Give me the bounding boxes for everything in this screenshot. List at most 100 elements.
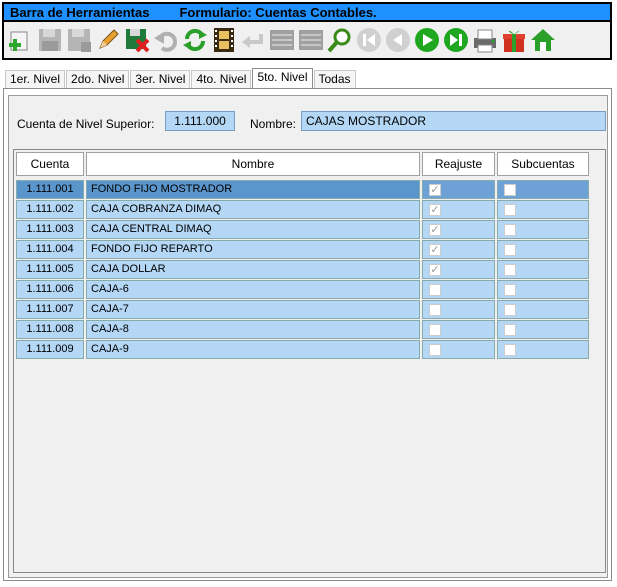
save-as-button[interactable]: [64, 26, 93, 56]
cell-nombre[interactable]: CAJA-6: [86, 280, 420, 299]
delete-icon: [123, 26, 151, 57]
tab-panel: Cuenta de Nivel Superior: 1.111.000 Nomb…: [3, 88, 612, 581]
save-button[interactable]: [35, 26, 64, 56]
cell-nombre[interactable]: CAJA COBRANZA DIMAQ: [86, 200, 420, 219]
home-button[interactable]: [528, 26, 557, 56]
reajuste-checkbox[interactable]: ✓: [429, 184, 441, 196]
cell-cuenta[interactable]: 1.111.003: [16, 220, 84, 239]
print-button[interactable]: [470, 26, 499, 56]
reajuste-checkbox[interactable]: ✓: [429, 204, 441, 216]
column-header-nombre[interactable]: Nombre: [86, 152, 420, 176]
toolbar-title: Barra de Herramientas: [10, 4, 150, 20]
list-icon: [268, 26, 296, 57]
edit-icon: [94, 26, 122, 57]
subcuentas-checkbox[interactable]: [504, 324, 516, 336]
cell-cuenta[interactable]: 1.111.009: [16, 340, 84, 359]
subcuentas-checkbox[interactable]: [504, 184, 516, 196]
next-button[interactable]: [412, 26, 441, 56]
cell-cuenta[interactable]: 1.111.002: [16, 200, 84, 219]
list-button[interactable]: [267, 26, 296, 56]
print-icon: [471, 26, 499, 57]
delete-button[interactable]: [122, 26, 151, 56]
cell-reajuste: [422, 280, 495, 299]
cell-reajuste: ✓: [422, 260, 495, 279]
back-arrow-icon: [239, 26, 267, 57]
refresh-button[interactable]: [180, 26, 209, 56]
reajuste-checkbox[interactable]: [429, 304, 441, 316]
subcuentas-checkbox[interactable]: [504, 244, 516, 256]
accounts-grid: Cuenta Nombre Reajuste Subcuentas 1.111.…: [13, 149, 606, 573]
undo-icon: [152, 26, 180, 57]
form-area: Cuenta de Nivel Superior: 1.111.000 Nomb…: [8, 95, 608, 578]
cell-cuenta[interactable]: 1.111.007: [16, 300, 84, 319]
edit-button[interactable]: [93, 26, 122, 56]
column-header-subcuentas[interactable]: Subcuentas: [497, 152, 589, 176]
reajuste-checkbox[interactable]: ✓: [429, 244, 441, 256]
cell-subcuentas: [497, 220, 589, 239]
form-title: Formulario: Cuentas Contables.: [179, 4, 377, 20]
app-window: Barra de Herramientas Formulario: Cuenta…: [0, 0, 617, 587]
next-icon: [413, 26, 441, 57]
list-alt-button[interactable]: [296, 26, 325, 56]
tab-level-5[interactable]: 5to. Nivel: [252, 68, 313, 88]
cell-cuenta[interactable]: 1.111.004: [16, 240, 84, 259]
cell-cuenta[interactable]: 1.111.001: [16, 180, 84, 199]
subcuentas-checkbox[interactable]: [504, 204, 516, 216]
cell-nombre[interactable]: FONDO FIJO MOSTRADOR: [86, 180, 420, 199]
cell-subcuentas: [497, 180, 589, 199]
add-icon: [7, 26, 35, 57]
undo-button[interactable]: [151, 26, 180, 56]
last-icon: [442, 26, 470, 57]
gift-icon: [500, 26, 528, 57]
subcuentas-checkbox[interactable]: [504, 224, 516, 236]
toolbar-titlebar: Barra de Herramientas Formulario: Cuenta…: [4, 4, 610, 22]
reajuste-checkbox[interactable]: [429, 284, 441, 296]
subcuentas-checkbox[interactable]: [504, 304, 516, 316]
refresh-icon: [181, 26, 209, 57]
save-as-icon: [65, 26, 93, 57]
tab-level-4[interactable]: 4to. Nivel: [191, 70, 252, 88]
reajuste-checkbox[interactable]: ✓: [429, 224, 441, 236]
name-field[interactable]: CAJAS MOSTRADOR: [301, 111, 606, 131]
parent-account-label: Cuenta de Nivel Superior:: [17, 117, 155, 131]
subcuentas-checkbox[interactable]: [504, 264, 516, 276]
cell-cuenta[interactable]: 1.111.008: [16, 320, 84, 339]
cell-reajuste: ✓: [422, 240, 495, 259]
reajuste-checkbox[interactable]: ✓: [429, 264, 441, 276]
cell-subcuentas: [497, 320, 589, 339]
parent-account-field[interactable]: 1.111.000: [165, 111, 235, 131]
cell-subcuentas: [497, 260, 589, 279]
film-button[interactable]: [209, 26, 238, 56]
list-alt-icon: [297, 26, 325, 57]
subcuentas-checkbox[interactable]: [504, 344, 516, 356]
tab-level-3[interactable]: 3er. Nivel: [130, 70, 191, 88]
cell-nombre[interactable]: CAJA DOLLAR: [86, 260, 420, 279]
add-button[interactable]: [6, 26, 35, 56]
subcuentas-checkbox[interactable]: [504, 284, 516, 296]
search-button[interactable]: [325, 26, 354, 56]
first-icon: [355, 26, 383, 57]
previous-button[interactable]: [383, 26, 412, 56]
reajuste-checkbox[interactable]: [429, 324, 441, 336]
cell-nombre[interactable]: CAJA-8: [86, 320, 420, 339]
cell-nombre[interactable]: CAJA-9: [86, 340, 420, 359]
column-header-cuenta[interactable]: Cuenta: [16, 152, 84, 176]
cell-subcuentas: [497, 340, 589, 359]
column-header-reajuste[interactable]: Reajuste: [422, 152, 495, 176]
gift-button[interactable]: [499, 26, 528, 56]
tab-level-2[interactable]: 2do. Nivel: [66, 70, 130, 88]
toolbar: Barra de Herramientas Formulario: Cuenta…: [2, 2, 612, 60]
cell-nombre[interactable]: FONDO FIJO REPARTO: [86, 240, 420, 259]
cell-nombre[interactable]: CAJA CENTRAL DIMAQ: [86, 220, 420, 239]
save-icon: [36, 26, 64, 57]
back-button[interactable]: [238, 26, 267, 56]
search-icon: [326, 26, 354, 57]
tab-all[interactable]: Todas: [313, 70, 356, 88]
cell-nombre[interactable]: CAJA-7: [86, 300, 420, 319]
cell-cuenta[interactable]: 1.111.006: [16, 280, 84, 299]
reajuste-checkbox[interactable]: [429, 344, 441, 356]
tab-level-1[interactable]: 1er. Nivel: [5, 70, 66, 88]
cell-cuenta[interactable]: 1.111.005: [16, 260, 84, 279]
first-button[interactable]: [354, 26, 383, 56]
last-button[interactable]: [441, 26, 470, 56]
